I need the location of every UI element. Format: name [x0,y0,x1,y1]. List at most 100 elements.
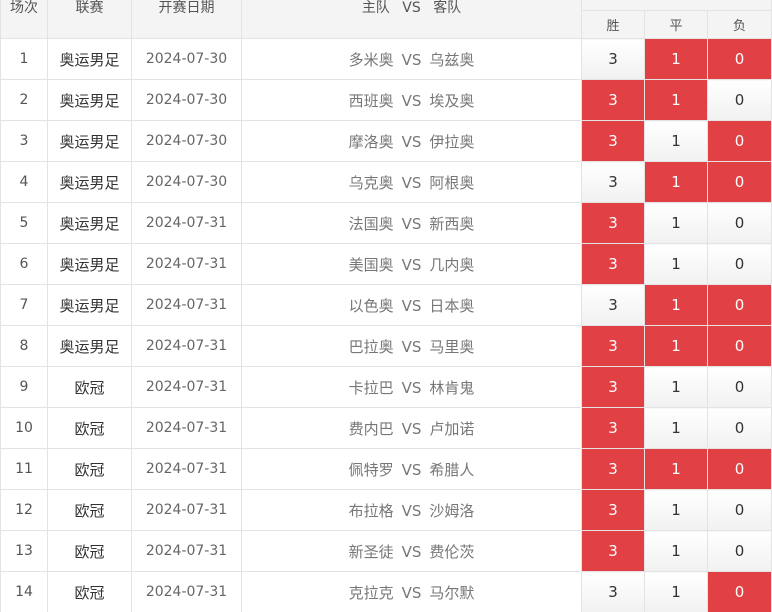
match-teams: 摩洛奥 VS 伊拉奥 [241,120,582,162]
match-date: 2024-07-30 [131,79,242,121]
match-index: 9 [0,366,48,408]
home-team: 新圣徒 [348,542,394,561]
vs-label: VS [401,173,422,192]
away-team: 埃及奥 [429,91,475,110]
match-teams: 巴拉奥 VS 马里奥 [241,325,582,367]
option-win[interactable]: 3 [581,38,645,80]
match-index: 6 [0,243,48,285]
option-loss[interactable]: 0 [706,243,772,285]
vs-label: VS [401,419,422,438]
match-date: 2024-07-31 [131,243,242,285]
match-index: 1 [0,38,48,80]
option-win[interactable]: 3 [581,489,645,531]
option-draw[interactable]: 1 [644,489,708,531]
option-win[interactable]: 3 [581,161,645,203]
table-row: 8 奥运男足 2024-07-31 巴拉奥 VS 马里奥 3 1 0 [0,325,772,367]
home-team: 多米奥 [348,50,394,69]
option-loss[interactable]: 0 [706,202,772,244]
home-team: 布拉格 [348,501,394,520]
option-draw[interactable]: 1 [644,243,708,285]
option-win[interactable]: 3 [581,120,645,162]
away-team: 卢加诺 [429,419,475,438]
match-league: 奥运男足 [47,325,132,367]
option-win[interactable]: 3 [581,325,645,367]
header-loss: 负 [706,10,772,39]
table-row: 12 欧冠 2024-07-31 布拉格 VS 沙姆洛 3 1 0 [0,489,772,531]
match-index: 3 [0,120,48,162]
option-loss[interactable]: 0 [706,120,772,162]
match-league: 欧冠 [47,489,132,531]
option-win[interactable]: 3 [581,79,645,121]
option-loss[interactable]: 0 [706,284,772,326]
header-vs: VS [402,0,421,16]
option-draw[interactable]: 1 [644,366,708,408]
option-loss[interactable]: 0 [706,161,772,203]
option-draw[interactable]: 1 [644,161,708,203]
home-team: 乌克奥 [348,173,394,192]
away-team: 新西奥 [429,214,475,233]
match-league: 奥运男足 [47,202,132,244]
option-loss[interactable]: 0 [706,448,772,490]
option-win[interactable]: 3 [581,530,645,572]
away-team: 日本奥 [429,296,475,315]
option-draw[interactable]: 1 [644,571,708,612]
match-league: 欧冠 [47,530,132,572]
option-draw[interactable]: 1 [644,407,708,449]
option-win[interactable]: 3 [581,243,645,285]
option-win[interactable]: 3 [581,448,645,490]
option-loss[interactable]: 0 [706,38,772,80]
table-row: 7 奥运男足 2024-07-31 以色奥 VS 日本奥 3 1 0 [0,284,772,326]
match-teams: 卡拉巴 VS 林肯鬼 [241,366,582,408]
option-loss[interactable]: 0 [706,489,772,531]
vs-label: VS [401,583,422,602]
option-draw[interactable]: 1 [644,448,708,490]
option-loss[interactable]: 0 [706,366,772,408]
table-row: 10 欧冠 2024-07-31 费内巴 VS 卢加诺 3 1 0 [0,407,772,449]
match-index: 4 [0,161,48,203]
match-league: 奥运男足 [47,38,132,80]
header-date: 开赛日期 [131,0,242,39]
option-draw[interactable]: 1 [644,38,708,80]
option-draw[interactable]: 1 [644,284,708,326]
header-league: 联赛 [47,0,132,39]
match-date: 2024-07-30 [131,161,242,203]
match-teams: 克拉克 VS 马尔默 [241,571,582,612]
option-loss[interactable]: 0 [706,530,772,572]
option-win[interactable]: 3 [581,407,645,449]
option-loss[interactable]: 0 [706,571,772,612]
match-teams: 以色奥 VS 日本奥 [241,284,582,326]
match-index: 8 [0,325,48,367]
match-teams: 法国奥 VS 新西奥 [241,202,582,244]
option-draw[interactable]: 1 [644,325,708,367]
option-win[interactable]: 3 [581,366,645,408]
vs-label: VS [401,50,422,69]
header-draw: 平 [644,10,708,39]
option-win[interactable]: 3 [581,571,645,612]
option-win[interactable]: 3 [581,284,645,326]
table-header: 场次 联赛 开赛日期 主队 VS 客队 胜 平 负 [0,0,772,39]
home-team: 以色奥 [348,296,394,315]
option-loss[interactable]: 0 [706,407,772,449]
option-draw[interactable]: 1 [644,530,708,572]
option-win[interactable]: 3 [581,202,645,244]
match-league: 欧冠 [47,571,132,612]
home-team: 巴拉奥 [348,337,394,356]
option-loss[interactable]: 0 [706,325,772,367]
option-draw[interactable]: 1 [644,202,708,244]
match-index: 12 [0,489,48,531]
table-row: 11 欧冠 2024-07-31 佩特罗 VS 希腊人 3 1 0 [0,448,772,490]
table-row: 13 欧冠 2024-07-31 新圣徒 VS 费伦茨 3 1 0 [0,530,772,572]
option-draw[interactable]: 1 [644,79,708,121]
match-date: 2024-07-31 [131,407,242,449]
match-table: 场次 联赛 开赛日期 主队 VS 客队 胜 平 负 1 奥运男足 2024-07-3… [0,0,772,612]
home-team: 西班奥 [348,91,394,110]
option-loss[interactable]: 0 [706,79,772,121]
table-row: 2 奥运男足 2024-07-30 西班奥 VS 埃及奥 3 1 0 [0,79,772,121]
vs-label: VS [401,337,422,356]
match-league: 奥运男足 [47,284,132,326]
vs-label: VS [401,378,422,397]
away-team: 沙姆洛 [429,501,475,520]
away-team: 伊拉奥 [429,132,475,151]
option-draw[interactable]: 1 [644,120,708,162]
match-teams: 费内巴 VS 卢加诺 [241,407,582,449]
